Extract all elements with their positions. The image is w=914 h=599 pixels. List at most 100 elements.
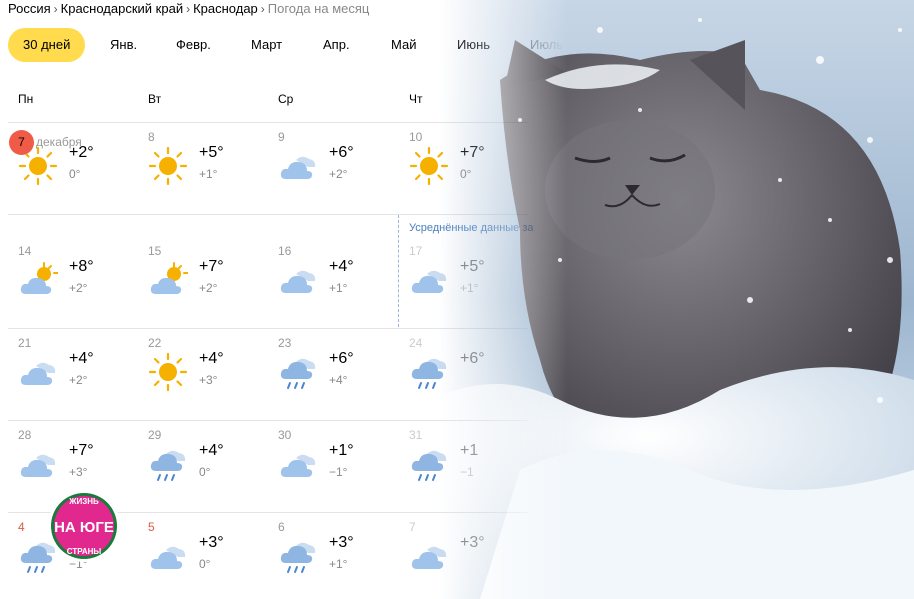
cloudy-icon <box>409 536 449 576</box>
logo-bottom-text: СТРАНЫ <box>67 547 102 556</box>
night-temperature: +4° <box>329 373 348 387</box>
logo-main-text: НА ЮГЕ <box>54 519 114 536</box>
rain-icon <box>278 352 318 392</box>
tab-30-days[interactable]: 30 дней <box>8 28 86 62</box>
day-temperature: +7° <box>69 442 94 459</box>
breadcrumb-separator: › <box>186 2 191 16</box>
day-number: 15 <box>148 244 162 258</box>
night-temperature: 0° <box>69 167 81 181</box>
day-cell[interactable]: 7 +3° <box>399 520 524 599</box>
cloudy-icon <box>148 536 188 576</box>
day-temperature: +3° <box>329 534 354 551</box>
breadcrumb-krasnodar-krai[interactable]: Краснодарский край <box>61 1 183 16</box>
breadcrumb-russia[interactable]: Россия <box>8 1 51 16</box>
tab-june[interactable]: Июнь <box>457 28 490 62</box>
day-cell[interactable]: 21 +4° +2° <box>8 336 133 421</box>
tab-february[interactable]: Февр. <box>176 28 211 62</box>
day-cell[interactable]: 5 +3° 0° <box>138 520 263 599</box>
day-temperature: +7° <box>199 258 224 275</box>
night-temperature: +2° <box>69 281 88 295</box>
day-cell[interactable]: 30 +1° −1° <box>268 428 393 513</box>
day-number: 5 <box>148 520 155 534</box>
day-cell[interactable]: 31 +1 −1 <box>399 428 524 513</box>
day-number: 17 <box>409 244 423 258</box>
day-number: 6 <box>278 520 285 534</box>
day-number: 10 <box>409 130 423 144</box>
day-cell[interactable]: 15 +7° +2° <box>138 244 263 329</box>
cloudy-icon <box>278 260 318 300</box>
tab-april[interactable]: Апр. <box>323 28 350 62</box>
day-number: 22 <box>148 336 162 350</box>
day-temperature: +4° <box>329 258 354 275</box>
day-temperature: +5° <box>460 258 485 275</box>
night-temperature: 0° <box>199 557 211 571</box>
day-number: 24 <box>409 336 423 350</box>
day-number: 28 <box>18 428 32 442</box>
tab-july[interactable]: Июль <box>530 28 563 62</box>
day-number: 31 <box>409 428 423 442</box>
today-marker: 7 <box>9 130 34 155</box>
rain-icon <box>148 444 188 484</box>
night-temperature: +1° <box>199 167 218 181</box>
sun-icon <box>409 146 449 186</box>
day-cell[interactable]: 22 +4° +3° <box>138 336 263 421</box>
breadcrumb-separator: › <box>260 2 265 16</box>
day-number: 9 <box>278 130 285 144</box>
day-cell[interactable]: 17 +5° +1° <box>399 244 524 329</box>
day-cell[interactable]: 14 +8° +2° <box>8 244 133 329</box>
weather-month-page: Россия › Краснодарский край › Краснодар › Пого… <box>0 0 914 599</box>
day-number: 30 <box>278 428 292 442</box>
breadcrumb-krasnodar[interactable]: Краснодар <box>193 1 258 16</box>
breadcrumb-separator: › <box>53 2 58 16</box>
rain-icon <box>409 444 449 484</box>
cloudy-icon <box>278 444 318 484</box>
day-cell[interactable]: 10 +7° 0° <box>399 130 524 215</box>
day-temperature: +1 <box>460 442 479 459</box>
night-temperature: +2° <box>329 167 348 181</box>
day-temperature: +3° <box>460 534 485 551</box>
day-temperature: +6° <box>329 144 354 161</box>
day-cell[interactable]: 29 +4° 0° <box>138 428 263 513</box>
rain-icon <box>409 352 449 392</box>
day-temperature: +4° <box>199 350 224 367</box>
cloudy-icon <box>18 352 58 392</box>
day-number: 7 <box>409 520 416 534</box>
night-temperature: +2° <box>199 281 218 295</box>
day-temperature: +6° <box>460 350 485 367</box>
day-cell[interactable]: 23 +6° +4° <box>268 336 393 421</box>
row-divider <box>8 122 528 123</box>
weekday-header-thu: Чт <box>409 92 423 106</box>
day-number: 29 <box>148 428 162 442</box>
night-temperature: +1° <box>460 281 479 295</box>
weekday-header-tue: Вт <box>148 92 162 106</box>
breadcrumb: Россия › Краснодарский край › Краснодар › Пого… <box>8 1 369 16</box>
day-cell[interactable]: 8 +5° +1° <box>138 130 263 215</box>
day-number: 8 <box>148 130 155 144</box>
cloudy-icon <box>278 146 318 186</box>
day-temperature: +4° <box>69 350 94 367</box>
day-cell[interactable]: 24 +6° <box>399 336 524 421</box>
night-temperature: +2° <box>69 373 88 387</box>
day-cell[interactable]: 9 +6° +2° <box>268 130 393 215</box>
tab-january[interactable]: Янв. <box>110 28 137 62</box>
today-month-label: декабря <box>36 135 82 149</box>
night-temperature: +3° <box>199 373 218 387</box>
day-cell[interactable]: 16 +4° +1° <box>268 244 393 329</box>
weekday-header-wed: Ср <box>278 92 294 106</box>
day-temperature: +8° <box>69 258 94 275</box>
zhizn-na-yuge-logo: ЖИЗНЬ НА ЮГЕ СТРАНЫ <box>48 490 120 562</box>
day-number: 4 <box>18 520 25 534</box>
day-temperature: +3° <box>199 534 224 551</box>
partly-cloudy-icon <box>148 260 189 300</box>
day-number: 14 <box>18 244 32 258</box>
breadcrumb-current: Погода на месяц <box>267 1 370 16</box>
tab-march[interactable]: Март <box>251 28 282 62</box>
sun-icon <box>148 146 188 186</box>
day-number: 23 <box>278 336 292 350</box>
averaged-data-label: Усреднённые данные за <box>409 222 534 234</box>
sun-icon <box>148 352 188 392</box>
day-temperature: +6° <box>329 350 354 367</box>
day-cell[interactable]: 6 +3° +1° <box>268 520 393 599</box>
weekday-header-mon: Пн <box>18 92 34 106</box>
tab-may[interactable]: Май <box>391 28 416 62</box>
